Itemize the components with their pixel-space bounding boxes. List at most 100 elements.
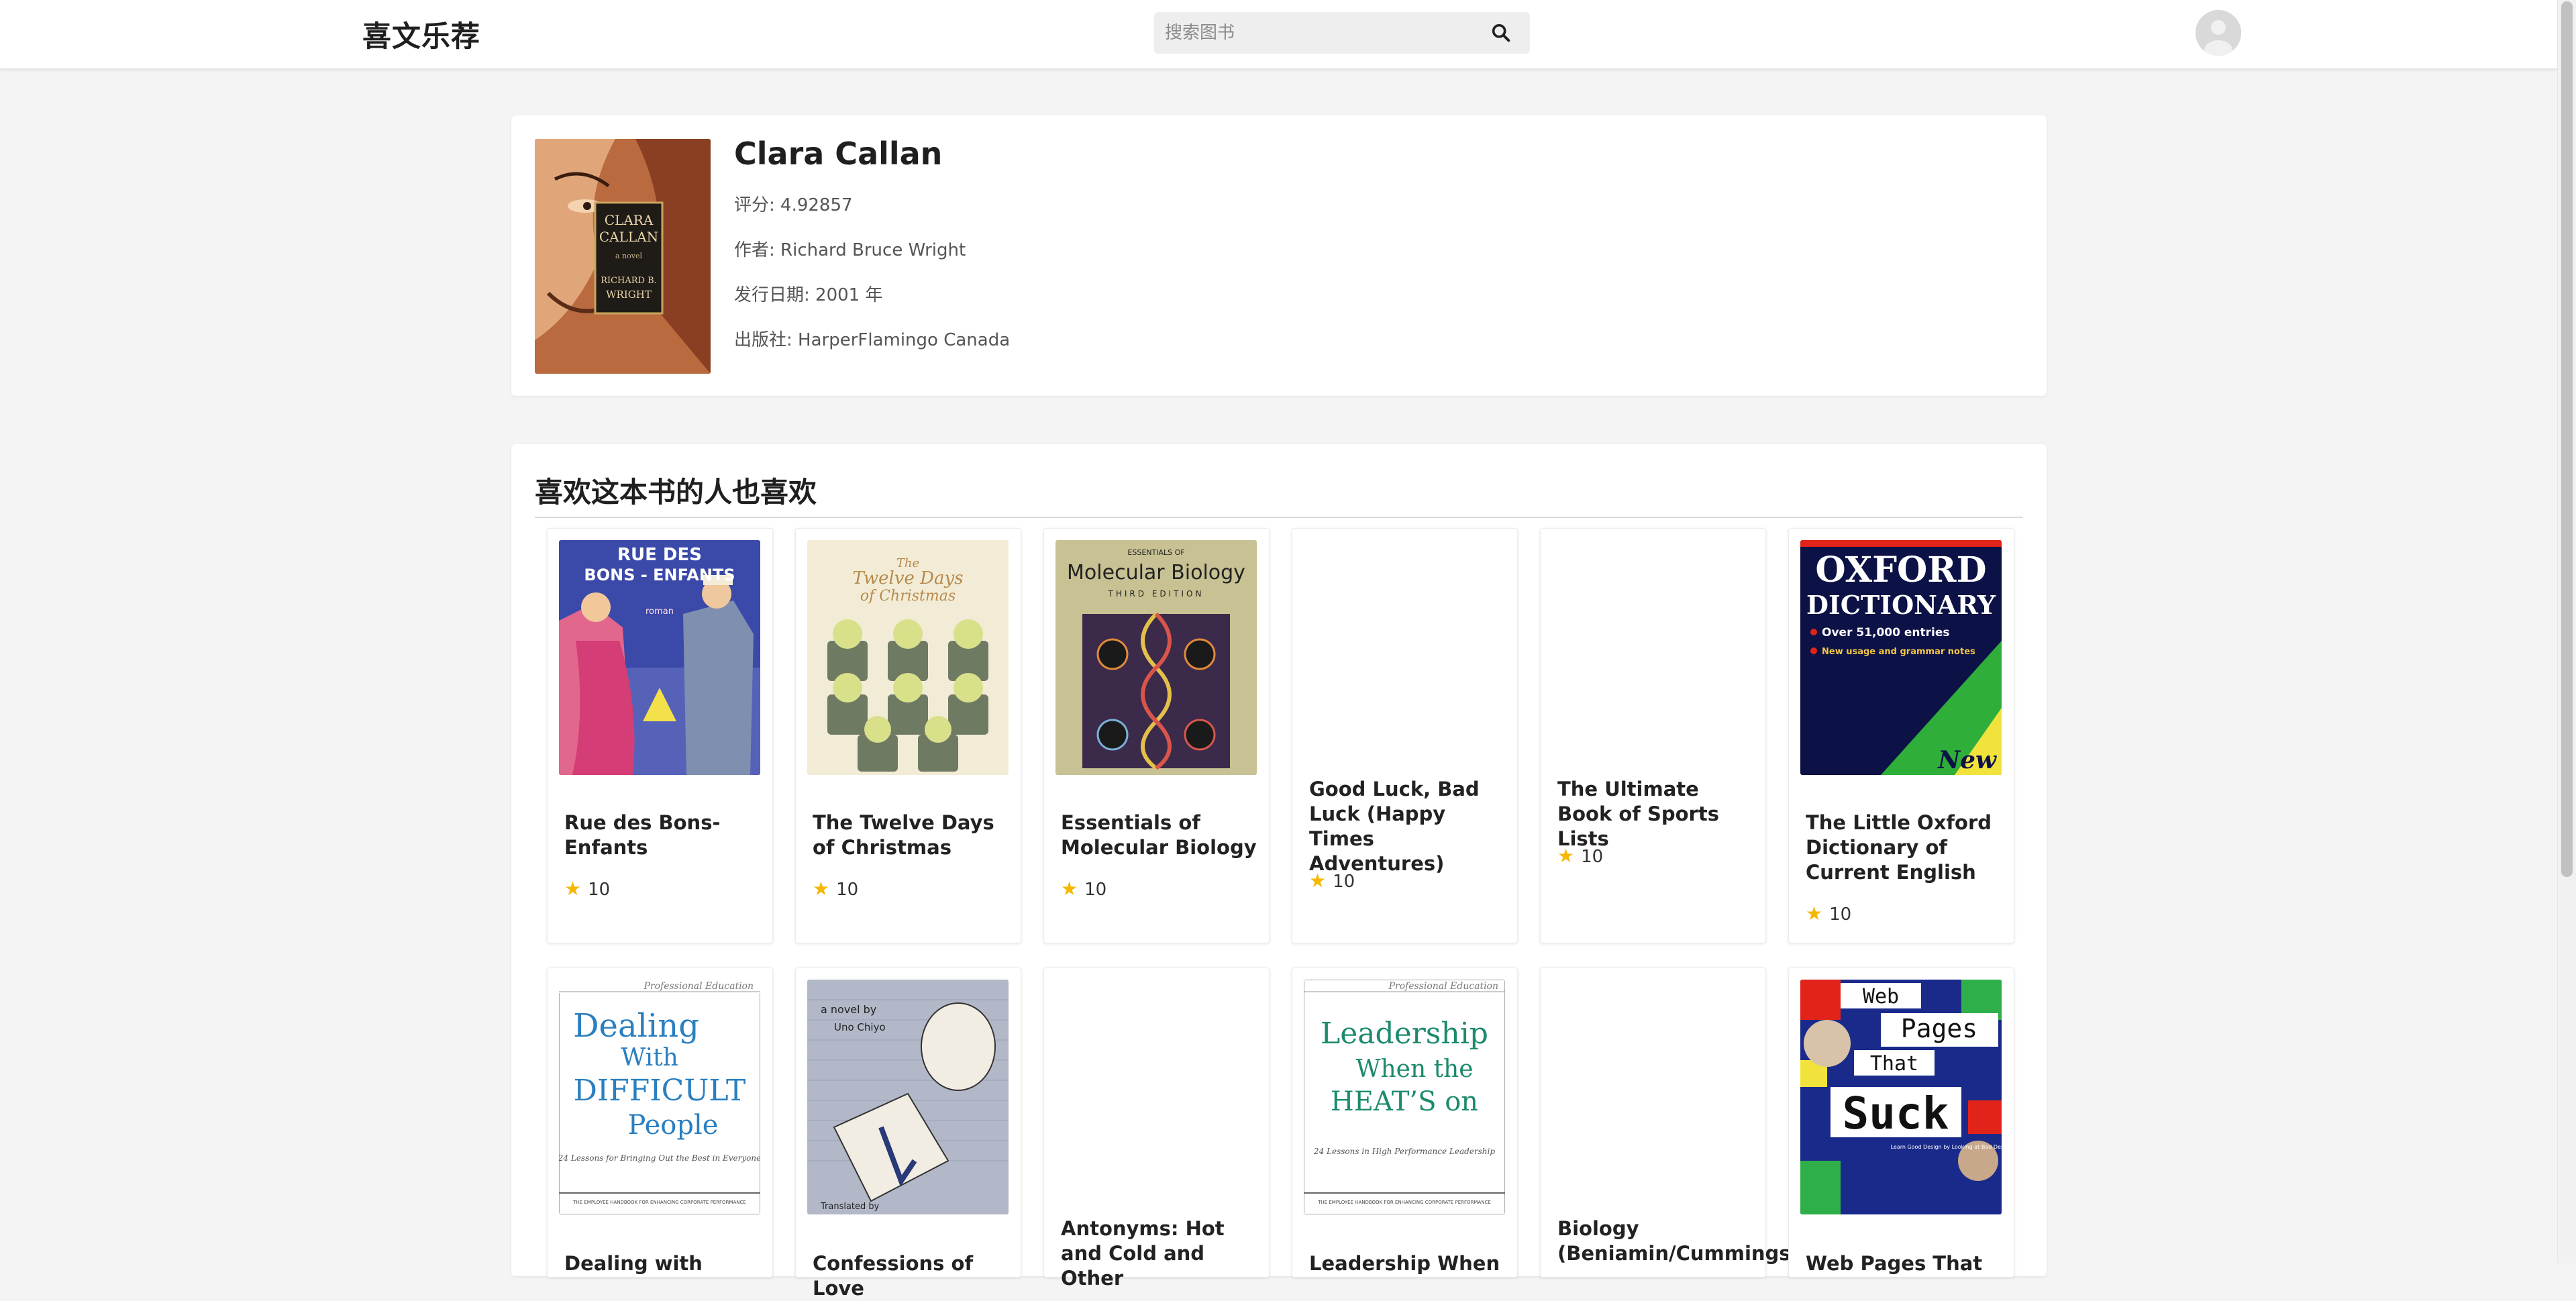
svg-text:THE EMPLOYEE HANDBOOK FOR ENHA: THE EMPLOYEE HANDBOOK FOR ENHANCING CORP… [572, 1200, 746, 1205]
section-divider [535, 517, 2023, 518]
svg-text:With: With [621, 1044, 678, 1072]
svg-text:People: People [628, 1110, 719, 1141]
book-card-rating: ★ 10 [1309, 870, 1355, 892]
book-card[interactable]: ESSENTIALS OF Molecular Biology THIRD ED… [1043, 528, 1270, 943]
svg-text:RICHARD B.: RICHARD B. [601, 276, 657, 286]
rating-value: 10 [1333, 872, 1355, 892]
svg-text:Over 51,000 entries: Over 51,000 entries [1822, 626, 1950, 639]
book-card-title[interactable]: Leadership When [1309, 1251, 1510, 1276]
svg-text:New: New [1937, 746, 1998, 774]
book-card-title[interactable]: The Twelve Days of Christmas [813, 811, 1014, 860]
star-icon: ★ [813, 878, 830, 900]
book-card[interactable]: Biology (Beniamin/Cummings [1540, 968, 1791, 1278]
svg-text:That: That [1870, 1052, 1918, 1076]
search-icon[interactable] [1490, 21, 1512, 44]
book-card-title[interactable]: The Ultimate Book of Sports Lists [1557, 777, 1759, 851]
svg-text:CALLAN: CALLAN [599, 229, 658, 245]
svg-text:DIFFICULT: DIFFICULT [574, 1074, 746, 1108]
svg-text:Learn Good Design by Looking a: Learn Good Design by Looking at Bad Desi… [1891, 1144, 2002, 1150]
svg-text:THIRD EDITION: THIRD EDITION [1108, 589, 1204, 599]
user-avatar-icon[interactable] [2196, 10, 2241, 56]
book-cover-image[interactable]: RUE DES BONS - ENFANTS roman [559, 540, 760, 775]
svg-text:Pages: Pages [1901, 1014, 1977, 1043]
book-card[interactable]: Web Pages That Suck Learn Good Design by… [1788, 968, 2014, 1278]
book-card-rating: ★ 10 [1557, 845, 1603, 867]
search-input[interactable] [1154, 12, 1480, 54]
book-card-title[interactable]: Dealing with [564, 1251, 766, 1276]
book-card-rating: ★ 10 [1061, 878, 1106, 900]
book-card-title[interactable]: The Little Oxford Dictionary of Current … [1806, 811, 2007, 885]
book-card-rating: ★ 10 [813, 878, 858, 900]
book-card-title[interactable]: Good Luck, Bad Luck (Happy Times Adventu… [1309, 777, 1510, 876]
book-card[interactable]: The Ultimate Book of Sports Lists ★ 10 [1540, 528, 1766, 943]
svg-text:Web: Web [1863, 985, 1899, 1008]
page-scrollbar[interactable] [2557, 0, 2576, 1263]
book-cover-image[interactable]: Professional Education Dealing With DIFF… [559, 980, 760, 1214]
book-card-title[interactable]: Essentials of Molecular Biology [1061, 811, 1262, 860]
book-card[interactable]: Professional Education Dealing With DIFF… [547, 968, 773, 1278]
svg-text:Molecular Biology: Molecular Biology [1067, 561, 1245, 584]
book-card[interactable]: Antonyms: Hot and Cold and Other [1043, 968, 1270, 1290]
svg-text:Professional Education: Professional Education [1388, 981, 1498, 992]
book-card[interactable]: Good Luck, Bad Luck (Happy Times Adventu… [1292, 528, 1518, 943]
star-icon: ★ [1557, 845, 1575, 867]
book-card[interactable]: RUE DES BONS - ENFANTS roman Rue des Bon… [547, 528, 773, 943]
svg-text:CLARA: CLARA [605, 212, 654, 228]
svg-text:BONS - ENFANTS: BONS - ENFANTS [584, 566, 735, 584]
book-author: 作者: Richard Bruce Wright [734, 240, 966, 260]
svg-text:ESSENTIALS OF: ESSENTIALS OF [1127, 548, 1184, 557]
section-heading: 喜欢这本书的人也喜欢 [535, 476, 817, 509]
book-cover-image[interactable]: Web Pages That Suck Learn Good Design by… [1800, 980, 2002, 1214]
rating-value: 10 [1084, 880, 1107, 900]
svg-text:New usage and grammar notes: New usage and grammar notes [1822, 647, 1975, 657]
svg-text:WRIGHT: WRIGHT [606, 289, 652, 301]
rating-value: 10 [588, 880, 611, 900]
book-cover-image[interactable]: OXFORD DICTIONARY Over 51,000 entries Ne… [1800, 540, 2002, 775]
svg-text:Translated by: Translated by [820, 1202, 880, 1212]
book-card[interactable]: Professional Education Leadership When t… [1292, 968, 1518, 1278]
book-detail-card: CLARA CALLAN a novel RICHARD B. WRIGHT C… [511, 115, 2047, 396]
svg-text:roman: roman [646, 607, 674, 617]
rating-value: 10 [1581, 847, 1604, 867]
book-title: Clara Callan [734, 136, 943, 172]
svg-text:Professional Education: Professional Education [643, 981, 754, 992]
book-card-title[interactable]: Antonyms: Hot and Cold and Other [1061, 1216, 1262, 1291]
svg-text:RUE DES: RUE DES [617, 545, 702, 565]
svg-text:Twelve Days: Twelve Days [852, 568, 963, 588]
book-card-title[interactable]: Confessions of Love [813, 1251, 1014, 1301]
book-card[interactable]: The Twelve Days of Christmas The Twelve … [795, 528, 1021, 943]
svg-text:DICTIONARY: DICTIONARY [1806, 590, 1996, 620]
star-icon: ★ [1061, 878, 1078, 900]
svg-text:a novel by: a novel by [821, 1003, 876, 1016]
book-cover-image: CLARA CALLAN a novel RICHARD B. WRIGHT [535, 139, 711, 374]
book-card[interactable]: a novel by Uno Chiyo Translated by Confe… [795, 968, 1021, 1300]
svg-text:Leadership: Leadership [1321, 1017, 1488, 1051]
book-cover-image[interactable]: ESSENTIALS OF Molecular Biology THIRD ED… [1055, 540, 1257, 775]
brand-logo[interactable]: 喜文乐荐 [362, 13, 480, 55]
book-cover-image[interactable]: a novel by Uno Chiyo Translated by [807, 980, 1009, 1214]
svg-text:a novel: a novel [615, 252, 642, 260]
star-icon: ★ [1806, 902, 1823, 925]
rating-value: 10 [836, 880, 859, 900]
svg-text:Dealing: Dealing [573, 1007, 699, 1045]
star-icon: ★ [564, 878, 582, 900]
svg-text:24 Lessons for Bringing Out th: 24 Lessons for Bringing Out the Best in … [559, 1153, 760, 1163]
book-card-title[interactable]: Rue des Bons-Enfants [564, 811, 766, 860]
star-icon: ★ [1309, 870, 1327, 892]
book-card-title[interactable]: Biology (Beniamin/Cummings [1557, 1216, 1791, 1266]
book-card[interactable]: OXFORD DICTIONARY Over 51,000 entries Ne… [1788, 528, 2014, 943]
svg-text:HEAT’S on: HEAT’S on [1331, 1086, 1478, 1117]
scrollbar-thumb[interactable] [2561, 1, 2573, 877]
book-cover-image[interactable]: The Twelve Days of Christmas [807, 540, 1009, 775]
top-navbar: 喜文乐荐 [0, 0, 2558, 70]
book-cover-image[interactable]: Professional Education Leadership When t… [1304, 980, 1505, 1214]
svg-text:of Christmas: of Christmas [860, 588, 956, 605]
book-card-rating: ★ 10 [1806, 902, 1851, 925]
svg-text:Suck: Suck [1843, 1088, 1949, 1139]
svg-text:Uno Chiyo: Uno Chiyo [834, 1021, 886, 1033]
search-box [1154, 12, 1530, 54]
book-rating: 评分: 4.92857 [734, 195, 853, 215]
svg-text:OXFORD: OXFORD [1815, 550, 1986, 590]
book-card-title[interactable]: Web Pages That [1806, 1251, 2007, 1276]
svg-text:When the: When the [1355, 1055, 1473, 1083]
